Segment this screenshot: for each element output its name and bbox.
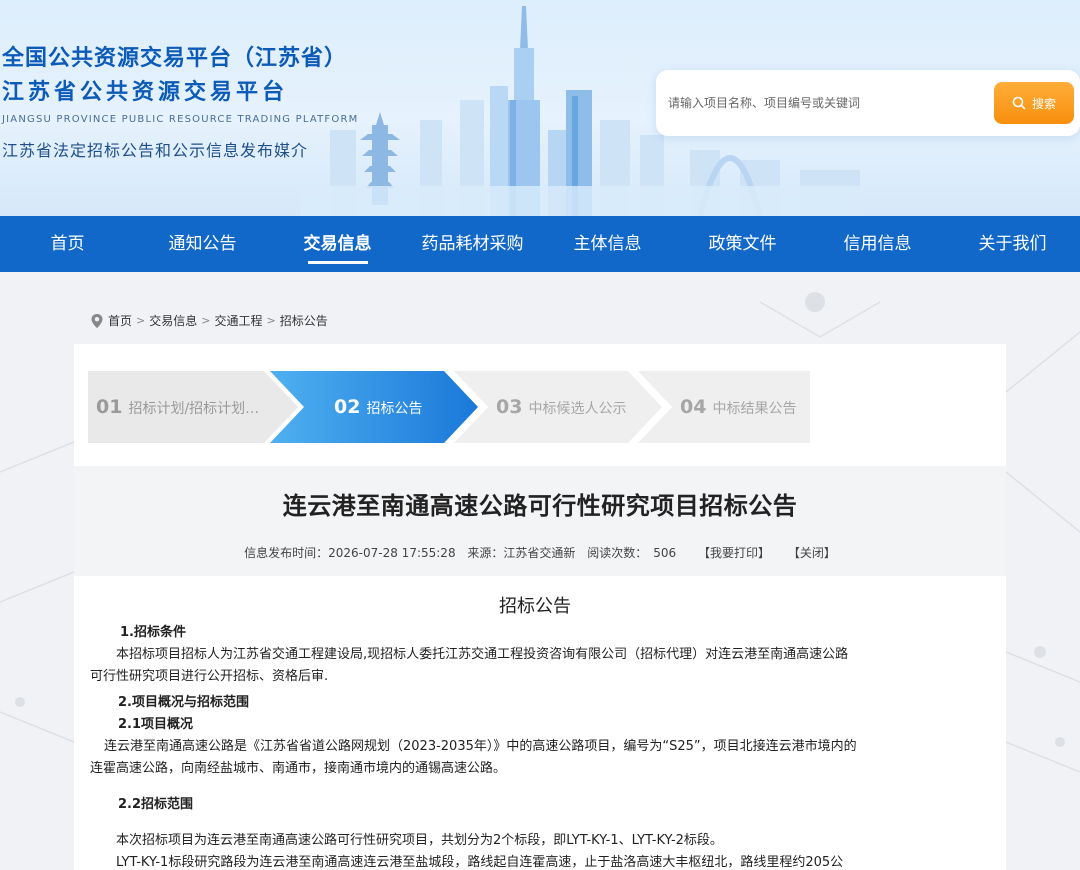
process-steps: 01 招标计划/招标计划… 02 招标公告 03 中标候选人公示 04 中标结果…: [88, 371, 810, 443]
section-heading: 1.招标条件: [120, 625, 186, 640]
step-label: 招标公告: [366, 401, 423, 417]
breadcrumb-separator: >: [266, 314, 276, 327]
search-box: 搜索: [656, 70, 1080, 136]
nav-item-notices[interactable]: 通知公告: [135, 216, 270, 272]
breadcrumb-home[interactable]: 首页: [108, 312, 132, 329]
paragraph: 可行性研究项目进行公开招标、资格后审.: [90, 669, 329, 684]
nav-item-entity-info[interactable]: 主体信息: [540, 216, 675, 272]
main-nav: 首页 通知公告 交易信息 药品耗材采购 主体信息 政策文件 信用信息 关于我们: [0, 216, 1080, 272]
views-block: 阅读次数： 506: [587, 546, 676, 560]
search-icon: [1012, 96, 1026, 110]
nav-item-about[interactable]: 关于我们: [945, 216, 1080, 272]
step-bid-announcement[interactable]: 02 招标公告: [270, 371, 478, 443]
nav-item-home[interactable]: 首页: [0, 216, 135, 272]
breadcrumb-current: 招标公告: [279, 314, 328, 328]
paragraph: 连云港至南通高速公路是《江苏省省道公路网规划（2023-2035年）》中的高速公…: [104, 739, 857, 754]
nav-item-policy[interactable]: 政策文件: [675, 216, 810, 272]
subsection-heading: 2.2招标范围: [118, 797, 194, 812]
step-label: 招标计划/招标计划…: [128, 401, 260, 417]
step-bid-plan[interactable]: 01 招标计划/招标计划…: [88, 371, 298, 443]
subsection-heading: 2.1项目概况: [118, 717, 194, 732]
brand-title-english: JIANGSU PROVINCE PUBLIC RESOURCE TRADING…: [2, 114, 359, 125]
publish-time: 2026-07-28 17:55:28: [328, 546, 456, 560]
breadcrumb: 首页 > 交易信息 > 交通工程 > 招标公告: [90, 312, 328, 329]
breadcrumb-separator: >: [201, 314, 211, 327]
close-link[interactable]: 【关闭】: [788, 546, 836, 560]
article-meta: 信息发布时间：2026-07-28 17:55:28 来源：江苏省交通新 阅读次…: [74, 544, 1006, 561]
brand-subtitle: 江苏省法定招标公告和公示信息发布媒介: [2, 141, 309, 160]
step-number: 03: [496, 396, 523, 418]
paragraph: 本招标项目招标人为江苏省交通工程建设局,现招标人委托江苏交通工程投资咨询有限公司…: [116, 647, 849, 662]
section-heading: 2.项目概况与招标范围: [118, 695, 249, 710]
source-block: 来源：江苏省交通新: [467, 546, 575, 560]
publish-time-label: 信息发布时间：2026-07-28 17:55:28: [244, 546, 455, 560]
location-pin-icon: [91, 313, 103, 328]
step-number: 04: [680, 396, 707, 418]
search-button[interactable]: 搜索: [994, 82, 1074, 124]
search-button-label: 搜索: [1031, 96, 1056, 111]
page-title: 连云港至南通高速公路可行性研究项目招标公告: [282, 492, 798, 520]
site-header: 全国公共资源交易平台（江苏省） 江苏省公共资源交易平台 JIANGSU PROV…: [0, 0, 1080, 216]
article-subtitle: 招标公告: [499, 596, 571, 617]
print-link[interactable]: 【我要打印】: [698, 546, 770, 560]
step-number: 01: [96, 396, 123, 418]
views-count: 506: [653, 546, 677, 560]
breadcrumb-transport[interactable]: 交通工程: [214, 312, 262, 329]
paragraph: 本次招标项目为连云港至南通高速公路可行性研究项目，共划分为2个标段，即LYT-K…: [116, 833, 723, 848]
step-candidate-publicity[interactable]: 03 中标候选人公示: [454, 371, 662, 443]
step-result-announcement[interactable]: 04 中标结果公告: [638, 371, 810, 443]
search-input[interactable]: [668, 90, 988, 116]
nav-item-drug-procurement[interactable]: 药品耗材采购: [405, 216, 540, 272]
article-body: 招标公告 1.招标条件 本招标项目招标人为江苏省交通工程建设局,现招标人委托江苏…: [90, 596, 950, 870]
step-number: 02: [334, 396, 361, 418]
nav-item-trading-info[interactable]: 交易信息: [270, 216, 405, 272]
paragraph: 连霍高速公路，向南经盐城市、南通市，接南通市境内的通锡高速公路。: [90, 761, 507, 776]
brand-title-province: 江苏省公共资源交易平台: [2, 80, 289, 105]
brand-block: 全国公共资源交易平台（江苏省） 江苏省公共资源交易平台 JIANGSU PROV…: [2, 42, 358, 161]
source-value: 江苏省交通新: [503, 546, 576, 560]
paragraph: LYT-KY-1标段研究路段为连云港至南通高速连云港至盐城段，路线起自连霍高速，…: [116, 855, 844, 870]
breadcrumb-separator: >: [136, 314, 146, 327]
brand-title-national: 全国公共资源交易平台（江苏省）: [2, 46, 348, 71]
views-label: 阅读次数：: [587, 546, 648, 560]
step-label: 中标结果公告: [712, 401, 797, 417]
step-label: 中标候选人公示: [528, 401, 627, 417]
breadcrumb-trading-info[interactable]: 交易信息: [149, 312, 197, 329]
nav-item-credit[interactable]: 信用信息: [810, 216, 945, 272]
publish-label-text: 信息发布时间：: [244, 546, 329, 560]
source-label: 来源：: [467, 546, 504, 560]
